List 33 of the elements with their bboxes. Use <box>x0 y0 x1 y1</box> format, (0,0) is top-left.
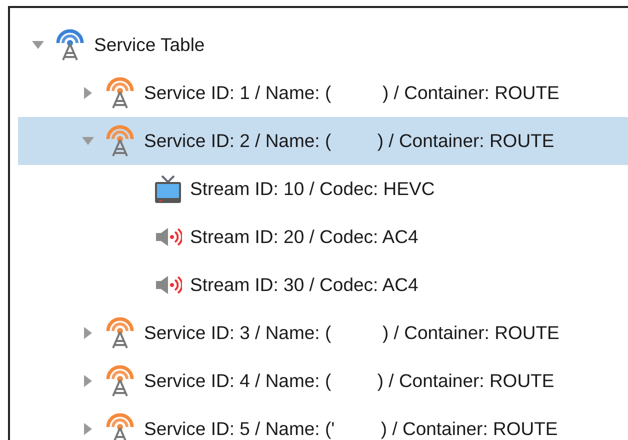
tree-row[interactable]: Stream ID: 20 / Codec: AC4 <box>18 213 628 261</box>
antenna-icon <box>104 365 136 397</box>
expand-arrow-icon[interactable] <box>82 87 94 99</box>
node-label: Stream ID: 20 / Codec: AC4 <box>190 226 418 248</box>
node-label: Service Table <box>94 34 205 56</box>
tree-row[interactable]: Service ID: 2 / Name: ( ) / Container: ROUTE <box>18 117 628 165</box>
speaker-icon <box>154 225 182 249</box>
tree-row[interactable]: Service Table <box>18 21 628 69</box>
collapse-arrow-icon[interactable] <box>32 39 44 51</box>
antenna-icon <box>54 29 86 61</box>
tree-row[interactable]: Stream ID: 30 / Codec: AC4 <box>18 261 628 309</box>
tree-row[interactable]: Stream ID: 10 / Codec: HEVC <box>18 165 628 213</box>
node-label: Stream ID: 10 / Codec: HEVC <box>190 178 435 200</box>
tree-row[interactable]: Service ID: 4 / Name: ( ) / Container: ROUTE <box>18 357 628 405</box>
tree-row[interactable]: Service ID: 5 / Name: (' ) / Container: ROUTE <box>18 405 628 440</box>
tree-row[interactable]: Service ID: 3 / Name: ( ) / Container: ROUTE <box>18 309 628 357</box>
antenna-icon <box>104 413 136 440</box>
node-label: Service ID: 2 / Name: ( ) / Container: ROUTE <box>144 130 554 152</box>
node-label: Service ID: 5 / Name: (' ) / Container: ROUTE <box>144 418 558 440</box>
node-label: Stream ID: 30 / Codec: AC4 <box>190 274 418 296</box>
expand-arrow-icon[interactable] <box>82 375 94 387</box>
antenna-icon <box>104 77 136 109</box>
node-label: Service ID: 1 / Name: ( ) / Container: ROUTE <box>144 82 560 104</box>
expand-arrow-icon[interactable] <box>82 423 94 435</box>
speaker-icon <box>154 273 182 297</box>
expand-arrow-icon[interactable] <box>82 327 94 339</box>
node-label: Service ID: 3 / Name: ( ) / Container: ROUTE <box>144 322 560 344</box>
antenna-icon <box>104 317 136 349</box>
tv-icon <box>154 174 182 204</box>
collapse-arrow-icon[interactable] <box>82 135 94 147</box>
antenna-icon <box>104 125 136 157</box>
node-label: Service ID: 4 / Name: ( ) / Container: ROUTE <box>144 370 554 392</box>
tree-row[interactable]: Service ID: 1 / Name: ( ) / Container: ROUTE <box>18 69 628 117</box>
